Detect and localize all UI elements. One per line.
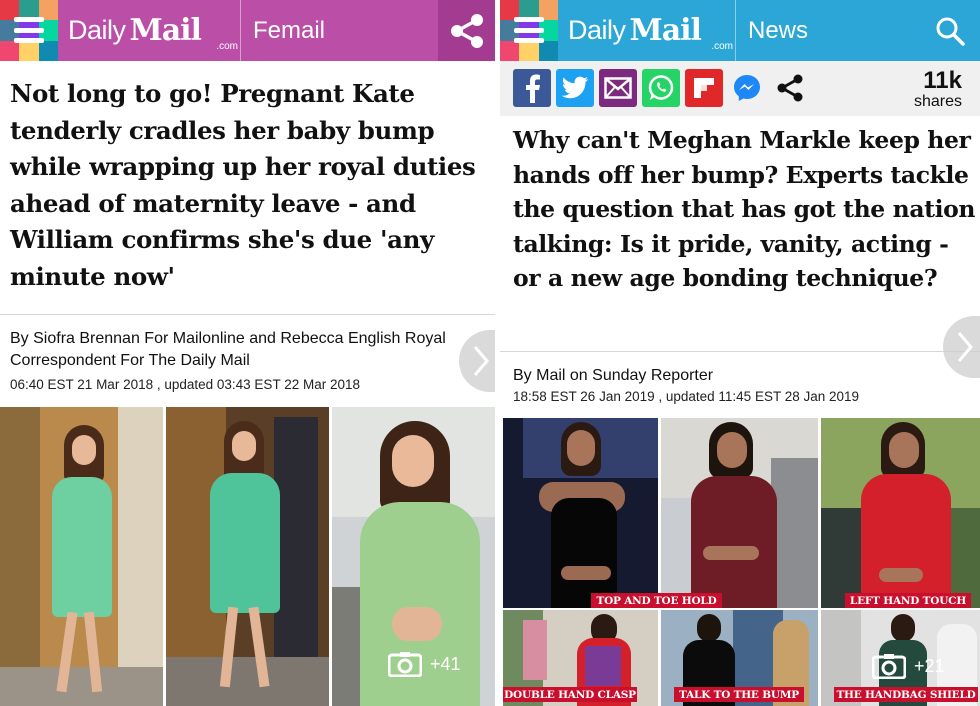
photo-caption: LEFT HAND TOUCH (845, 593, 971, 608)
share-bar: 11k shares (500, 61, 980, 116)
site-header: Daily Mail .com Femail (0, 0, 495, 61)
next-article-button[interactable] (943, 316, 980, 378)
twitter-share-button[interactable] (556, 69, 594, 107)
photo-caption: TALK TO THE BUMP (674, 687, 804, 702)
divider (0, 314, 495, 315)
menu-button[interactable] (500, 0, 558, 61)
article-headline: Why can't Meghan Markle keep her hands o… (513, 126, 976, 292)
chevron-right-icon (957, 332, 973, 362)
article-photo[interactable] (166, 407, 329, 706)
article-dateline: 06:40 EST 21 Mar 2018 , updated 03:43 ES… (10, 377, 360, 392)
hamburger-icon (14, 17, 44, 43)
facebook-share-button[interactable] (513, 69, 551, 107)
camera-icon (388, 652, 422, 677)
site-header: Daily Mail .com News (500, 0, 980, 61)
logo-daily-text: Daily (68, 15, 126, 45)
article-dateline: 18:58 EST 26 Jan 2019 , updated 11:45 ES… (513, 389, 860, 404)
chevron-right-icon (473, 346, 489, 376)
twitter-icon (561, 76, 588, 99)
dailymail-logo[interactable]: Daily Mail .com (58, 0, 240, 61)
article-photo[interactable] (503, 418, 658, 608)
search-button[interactable] (920, 0, 980, 61)
photo-caption: THE HANDBAG SHIELD (834, 687, 978, 702)
gallery-badge[interactable]: +41 (388, 651, 461, 677)
email-icon (604, 77, 632, 99)
article-headline: Not long to go! Pregnant Kate tenderly c… (10, 79, 476, 291)
share-icon (450, 13, 483, 48)
photo-caption: DOUBLE HAND CLASP (503, 687, 637, 702)
section-title[interactable]: News (735, 0, 920, 61)
gallery-count: +21 (914, 655, 945, 676)
article-byline: By Siofra Brennan For Mailonline and Reb… (10, 330, 446, 369)
dailymail-logo[interactable]: Daily Mail .com (558, 0, 735, 61)
menu-button[interactable] (0, 0, 58, 61)
flipboard-share-button[interactable] (685, 69, 723, 107)
messenger-icon (734, 75, 760, 101)
article-photo[interactable] (0, 407, 163, 706)
search-icon (936, 17, 965, 46)
messenger-share-button[interactable] (728, 69, 766, 107)
share-count: 11k shares (914, 69, 962, 111)
share-icon (777, 74, 803, 102)
facebook-icon (526, 74, 540, 103)
gallery-count: +41 (430, 653, 461, 674)
share-count-number: 11k (923, 67, 962, 94)
logo-daily-text: Daily (568, 15, 626, 45)
hamburger-icon (514, 17, 544, 43)
section-title[interactable]: Femail (240, 0, 438, 61)
gallery-badge[interactable]: +21 (872, 653, 945, 679)
article-photo[interactable] (661, 418, 818, 608)
camera-icon (872, 654, 906, 679)
share-button[interactable] (438, 0, 495, 61)
article-photo[interactable] (821, 418, 980, 608)
article-byline: By Mail on Sunday Reporter (513, 367, 714, 384)
divider (500, 351, 980, 352)
whatsapp-icon (648, 75, 674, 100)
news-article-screen: Daily Mail .com News 11k shares Why can'… (500, 0, 980, 706)
logo-mail-text: Mail (629, 13, 702, 48)
more-share-button[interactable] (771, 69, 809, 107)
logo-mail-text: Mail (129, 13, 202, 48)
share-count-label: shares (913, 93, 962, 110)
email-share-button[interactable] (599, 69, 637, 107)
femail-article-screen: Daily Mail .com Femail Not long to go! P… (0, 0, 495, 706)
logo-com-text: .com (711, 41, 733, 52)
whatsapp-share-button[interactable] (642, 69, 680, 107)
flipboard-icon (694, 78, 714, 98)
photo-caption: TOP AND TOE HOLD (591, 593, 722, 608)
logo-com-text: .com (216, 41, 238, 52)
